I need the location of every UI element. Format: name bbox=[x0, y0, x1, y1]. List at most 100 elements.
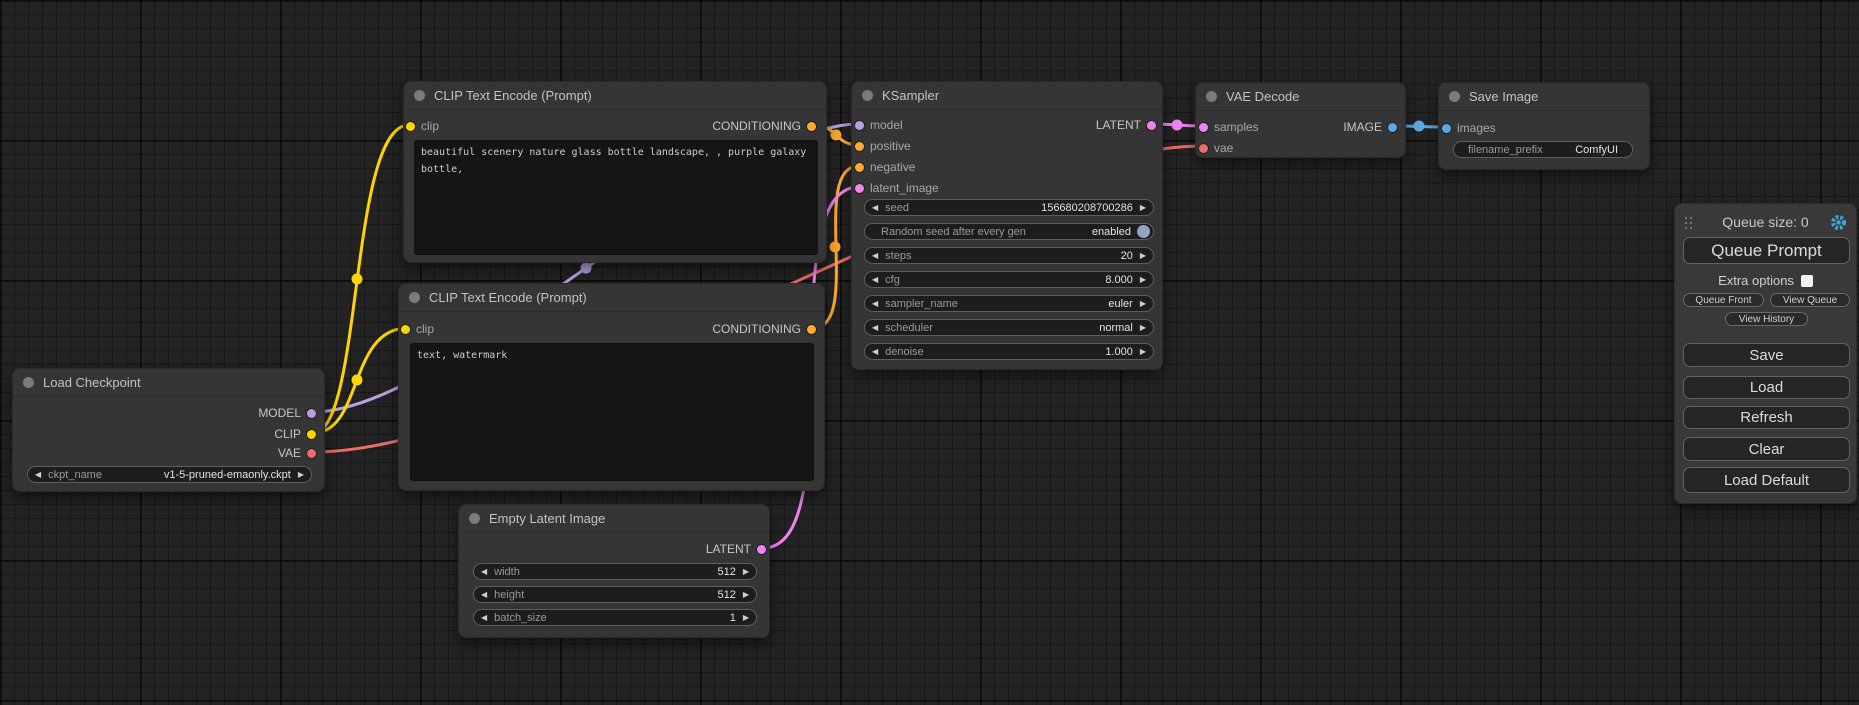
increment-arrow-icon[interactable]: ▶ bbox=[1133, 251, 1153, 260]
prompt-textarea[interactable]: text, watermark bbox=[410, 343, 814, 481]
settings-gear-icon[interactable] bbox=[1830, 214, 1847, 231]
node-ksampler[interactable]: KSampler model positive negative latent_… bbox=[851, 81, 1163, 370]
input-slot-model[interactable]: model bbox=[855, 117, 903, 133]
increment-arrow-icon[interactable]: ▶ bbox=[1133, 299, 1153, 308]
scheduler-widget[interactable]: ◀ scheduler normal ▶ bbox=[864, 319, 1154, 336]
decrement-arrow-icon[interactable]: ◀ bbox=[865, 275, 885, 284]
slot-dot-samples[interactable] bbox=[1199, 123, 1208, 132]
node-load-checkpoint[interactable]: Load Checkpoint MODEL CLIP VAE ◀ ckpt_na… bbox=[12, 368, 325, 492]
output-slot-vae[interactable]: VAE bbox=[278, 445, 316, 461]
node-clip-text-encode-positive[interactable]: CLIP Text Encode (Prompt) clip CONDITION… bbox=[403, 81, 827, 263]
decrement-arrow-icon[interactable]: ◀ bbox=[865, 347, 885, 356]
collapse-dot-icon[interactable] bbox=[1449, 91, 1460, 102]
queue-prompt-button[interactable]: Queue Prompt bbox=[1683, 237, 1850, 264]
steps-widget[interactable]: ◀ steps 20 ▶ bbox=[864, 247, 1154, 264]
ckpt-name-widget[interactable]: ◀ ckpt_name v1-5-pruned-emaonly.ckpt ▶ bbox=[27, 466, 312, 483]
node-vae-decode[interactable]: VAE Decode samples vae IMAGE bbox=[1195, 82, 1406, 158]
node-title-bar[interactable]: VAE Decode bbox=[1196, 83, 1405, 111]
slot-dot-model[interactable] bbox=[855, 121, 864, 130]
save-button[interactable]: Save bbox=[1683, 343, 1850, 367]
cfg-widget[interactable]: ◀ cfg 8.000 ▶ bbox=[864, 271, 1154, 288]
output-slot-model[interactable]: MODEL bbox=[258, 405, 316, 421]
increment-arrow-icon[interactable]: ▶ bbox=[291, 470, 311, 479]
input-slot-negative[interactable]: negative bbox=[855, 159, 915, 175]
node-graph-canvas[interactable]: Load Checkpoint MODEL CLIP VAE ◀ ckpt_na… bbox=[0, 0, 1859, 705]
increment-arrow-icon[interactable]: ▶ bbox=[1133, 323, 1153, 332]
clear-button[interactable]: Clear bbox=[1683, 437, 1850, 461]
view-history-button[interactable]: View History bbox=[1725, 312, 1808, 326]
collapse-dot-icon[interactable] bbox=[862, 90, 873, 101]
decrement-arrow-icon[interactable]: ◀ bbox=[865, 251, 885, 260]
node-title-bar[interactable]: Load Checkpoint bbox=[13, 369, 324, 397]
slot-dot-clip[interactable] bbox=[401, 325, 410, 334]
random-seed-widget[interactable]: Random seed after every gen enabled bbox=[864, 223, 1154, 240]
increment-arrow-icon[interactable]: ▶ bbox=[1133, 275, 1153, 284]
output-slot-conditioning[interactable]: CONDITIONING bbox=[712, 321, 816, 337]
collapse-dot-icon[interactable] bbox=[1206, 91, 1217, 102]
load-default-button[interactable]: Load Default bbox=[1683, 467, 1850, 493]
node-title-bar[interactable]: KSampler bbox=[852, 82, 1162, 110]
decrement-arrow-icon[interactable]: ◀ bbox=[865, 299, 885, 308]
output-slot-image[interactable]: IMAGE bbox=[1343, 119, 1397, 135]
decrement-arrow-icon[interactable]: ◀ bbox=[474, 613, 494, 622]
batch-size-widget[interactable]: ◀ batch_size 1 ▶ bbox=[473, 609, 757, 626]
prompt-textarea[interactable]: beautiful scenery nature glass bottle la… bbox=[414, 140, 818, 255]
slot-dot-clip[interactable] bbox=[307, 430, 316, 439]
input-slot-positive[interactable]: positive bbox=[855, 138, 911, 154]
output-slot-latent[interactable]: LATENT bbox=[706, 541, 766, 557]
input-slot-vae[interactable]: vae bbox=[1199, 140, 1233, 156]
slot-dot-conditioning[interactable] bbox=[807, 122, 816, 131]
increment-arrow-icon[interactable]: ▶ bbox=[1133, 203, 1153, 212]
input-slot-images[interactable]: images bbox=[1442, 120, 1496, 136]
slot-dot-positive[interactable] bbox=[855, 142, 864, 151]
filename-prefix-widget[interactable]: filename_prefix ComfyUI bbox=[1453, 141, 1633, 158]
collapse-dot-icon[interactable] bbox=[409, 292, 420, 303]
node-empty-latent-image[interactable]: Empty Latent Image LATENT ◀ width 512 ▶ … bbox=[458, 504, 770, 638]
denoise-widget[interactable]: ◀ denoise 1.000 ▶ bbox=[864, 343, 1154, 360]
input-slot-clip[interactable]: clip bbox=[401, 321, 434, 337]
collapse-dot-icon[interactable] bbox=[469, 513, 480, 524]
slot-dot-conditioning[interactable] bbox=[807, 325, 816, 334]
input-slot-samples[interactable]: samples bbox=[1199, 119, 1259, 135]
decrement-arrow-icon[interactable]: ◀ bbox=[474, 590, 494, 599]
slot-dot-negative[interactable] bbox=[855, 163, 864, 172]
slot-dot-vae[interactable] bbox=[1199, 144, 1208, 153]
decrement-arrow-icon[interactable]: ◀ bbox=[865, 323, 885, 332]
slot-dot-image[interactable] bbox=[1388, 123, 1397, 132]
increment-arrow-icon[interactable]: ▶ bbox=[736, 613, 756, 622]
decrement-arrow-icon[interactable]: ◀ bbox=[28, 470, 48, 479]
increment-arrow-icon[interactable]: ▶ bbox=[1133, 347, 1153, 356]
view-queue-button[interactable]: View Queue bbox=[1770, 293, 1850, 307]
input-slot-latent-image[interactable]: latent_image bbox=[855, 180, 939, 196]
slot-dot-vae[interactable] bbox=[307, 449, 316, 458]
output-slot-clip[interactable]: CLIP bbox=[274, 426, 316, 442]
output-slot-conditioning[interactable]: CONDITIONING bbox=[712, 118, 816, 134]
width-widget[interactable]: ◀ width 512 ▶ bbox=[473, 563, 757, 580]
input-slot-clip[interactable]: clip bbox=[406, 118, 439, 134]
queue-front-button[interactable]: Queue Front bbox=[1683, 293, 1764, 307]
slot-dot-latent[interactable] bbox=[1147, 121, 1156, 130]
slot-dot-latent-image[interactable] bbox=[855, 184, 864, 193]
node-title-bar[interactable]: CLIP Text Encode (Prompt) bbox=[399, 284, 824, 312]
seed-widget[interactable]: ◀ seed 156680208700286 ▶ bbox=[864, 199, 1154, 216]
increment-arrow-icon[interactable]: ▶ bbox=[736, 567, 756, 576]
slot-dot-clip[interactable] bbox=[406, 122, 415, 131]
node-title-bar[interactable]: CLIP Text Encode (Prompt) bbox=[404, 82, 826, 110]
output-slot-latent[interactable]: LATENT bbox=[1096, 117, 1156, 133]
slot-dot-model[interactable] bbox=[307, 409, 316, 418]
load-button[interactable]: Load bbox=[1683, 376, 1850, 399]
increment-arrow-icon[interactable]: ▶ bbox=[736, 590, 756, 599]
collapse-dot-icon[interactable] bbox=[414, 90, 425, 101]
decrement-arrow-icon[interactable]: ◀ bbox=[865, 203, 885, 212]
collapse-dot-icon[interactable] bbox=[23, 377, 34, 388]
refresh-button[interactable]: Refresh bbox=[1683, 406, 1850, 429]
decrement-arrow-icon[interactable]: ◀ bbox=[474, 567, 494, 576]
sampler-name-widget[interactable]: ◀ sampler_name euler ▶ bbox=[864, 295, 1154, 312]
node-title-bar[interactable]: Empty Latent Image bbox=[459, 505, 769, 533]
extra-options-checkbox[interactable] bbox=[1801, 275, 1813, 287]
height-widget[interactable]: ◀ height 512 ▶ bbox=[473, 586, 757, 603]
node-title-bar[interactable]: Save Image bbox=[1439, 83, 1649, 111]
slot-dot-images[interactable] bbox=[1442, 124, 1451, 133]
slot-dot-latent[interactable] bbox=[757, 545, 766, 554]
random-seed-toggle[interactable] bbox=[1137, 225, 1150, 238]
